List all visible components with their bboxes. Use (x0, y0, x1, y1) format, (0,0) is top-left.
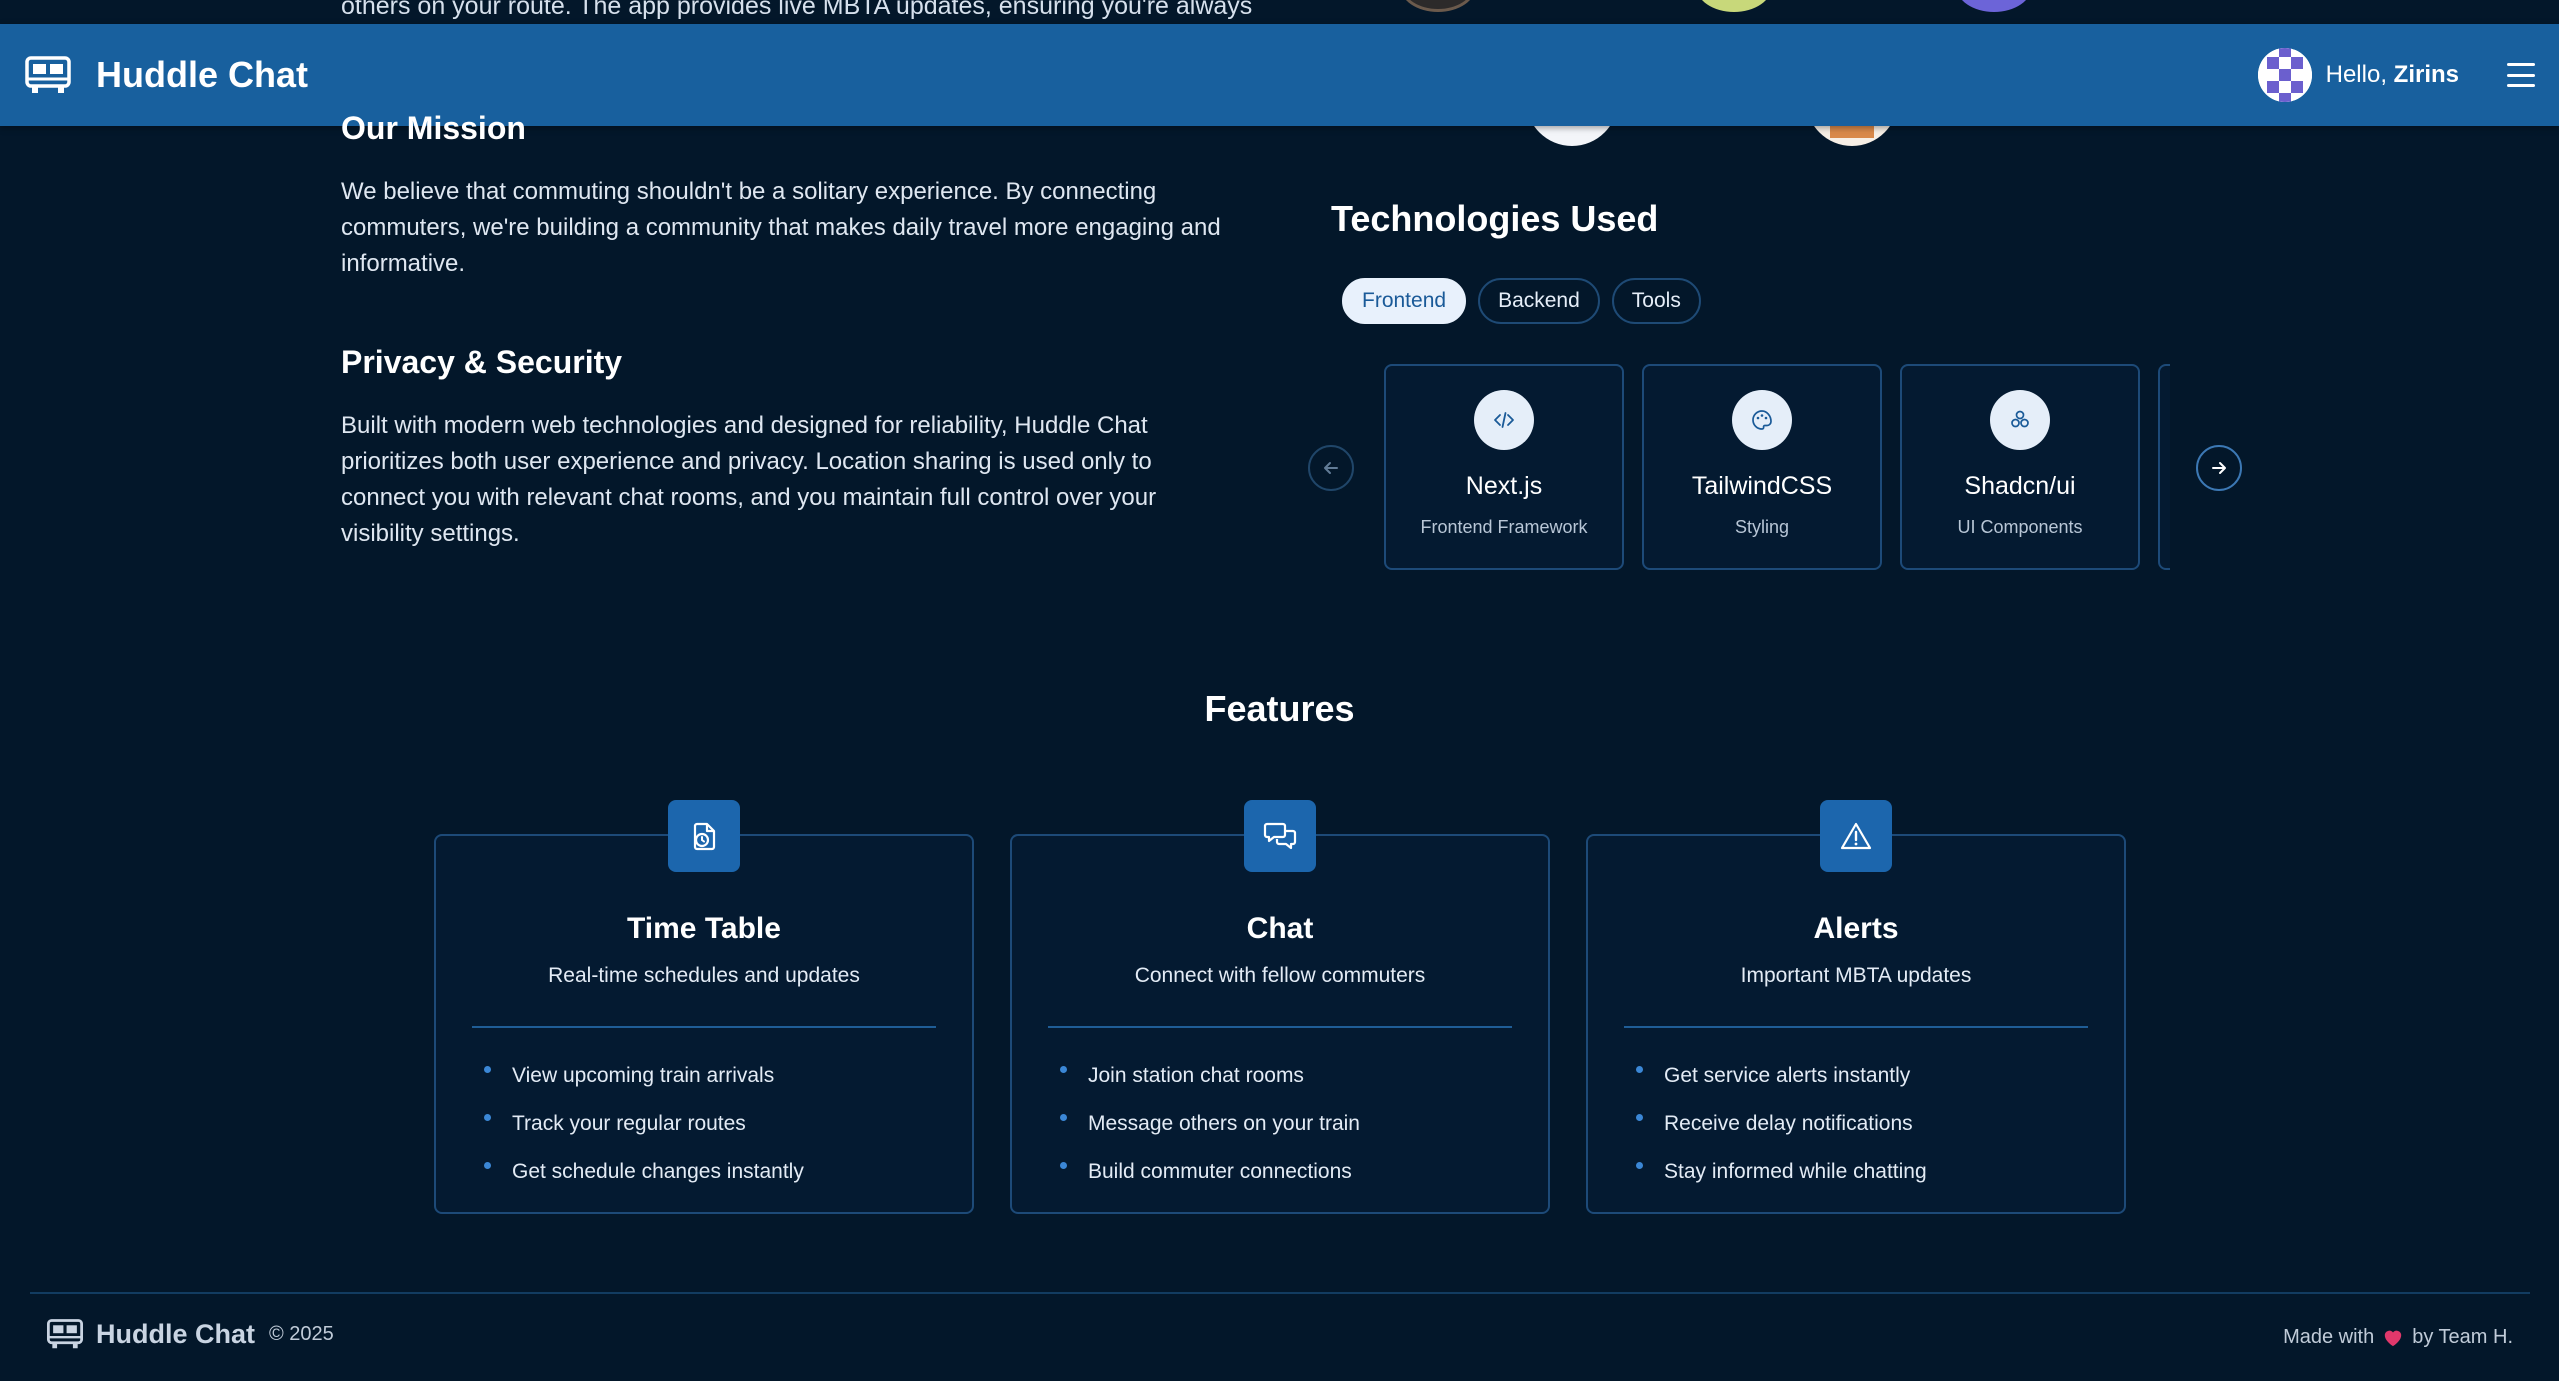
alert-triangle-icon (1820, 800, 1892, 872)
tech-name: Next.js (1465, 472, 1543, 500)
privacy-text: Built with modern web technologies and d… (341, 412, 1157, 547)
tech-card-shadcn: Shadcn/ui UI Components (1900, 364, 2140, 570)
feature-subtitle: Connect with fellow commuters (1134, 964, 1426, 987)
chat-bubbles-icon (1244, 800, 1316, 872)
bus-icon (25, 56, 71, 93)
greeting-prefix: Hello, (2325, 61, 2387, 88)
footer-copyright: © 2025 (269, 1322, 334, 1345)
features-heading: Features (1204, 688, 1355, 729)
list-item: Get schedule changes instantly (484, 1148, 804, 1196)
list-item: Track your regular routes (484, 1100, 804, 1148)
hamburger-menu-icon[interactable] (2507, 63, 2535, 87)
carousel-next-button[interactable] (2196, 445, 2242, 491)
feature-bullets: View upcoming train arrivals Track your … (484, 1052, 804, 1196)
arrow-right-icon (2212, 462, 2226, 474)
team-credit-text: by Team H. (2412, 1326, 2513, 1348)
team-avatar-partial (1956, 0, 2032, 12)
feature-title: Chat (1246, 912, 1314, 945)
feature-title: Time Table (627, 912, 781, 945)
list-item: Join station chat rooms (1060, 1052, 1360, 1100)
privacy-heading: Privacy & Security (341, 344, 623, 380)
tech-card-tailwind: TailwindCSS Styling (1642, 364, 1882, 570)
feature-card-timetable: Time Table Real-time schedules and updat… (434, 800, 974, 1214)
identicon-icon (2257, 48, 2312, 102)
mission-heading: Our Mission (341, 110, 526, 146)
team-avatar-partial (1696, 0, 1772, 12)
list-item: Receive delay notifications (1636, 1100, 1927, 1148)
tech-name: Shadcn/ui (1964, 472, 2076, 500)
brand-title: Huddle Chat (96, 54, 308, 95)
made-with-text: Made with (2283, 1326, 2375, 1348)
footer-title: Huddle Chat (96, 1318, 255, 1349)
list-item: Message others on your train (1060, 1100, 1360, 1148)
feature-bullets: Get service alerts instantly Receive del… (1636, 1052, 1927, 1196)
palette-icon (1732, 390, 1792, 450)
tech-role: Frontend Framework (1420, 517, 1588, 537)
clock-file-icon (668, 800, 740, 872)
code-icon (1474, 390, 1534, 450)
feature-divider (1624, 1026, 2088, 1028)
tech-card-partial (2158, 364, 2170, 570)
carousel-prev-button[interactable] (1308, 445, 1354, 491)
tech-card-nextjs: Next.js Frontend Framework (1384, 364, 1624, 570)
list-item: View upcoming train arrivals (484, 1052, 804, 1100)
tab-frontend[interactable]: Frontend (1342, 278, 1467, 324)
footer-credits: Made with by Team H. (2283, 1326, 2513, 1349)
technology-carousel: Next.js Frontend Framework TailwindCSS S… (1384, 364, 2170, 572)
user-avatar[interactable] (2257, 48, 2312, 102)
technology-tabs: Frontend Backend Tools (1342, 278, 1701, 324)
footer-brand[interactable]: Huddle Chat © 2025 (46, 1318, 334, 1350)
components-icon (1990, 390, 2050, 450)
feature-bullets: Join station chat rooms Message others o… (1060, 1052, 1360, 1196)
brand[interactable]: Huddle Chat (24, 54, 308, 96)
feature-subtitle: Important MBTA updates (1740, 964, 1972, 987)
tab-backend[interactable]: Backend (1478, 278, 1600, 324)
user-greeting: Hello, Zirins (2326, 61, 2459, 89)
list-item: Stay informed while chatting (1636, 1148, 1927, 1196)
feature-card-alerts: Alerts Important MBTA updates Get servic… (1586, 800, 2126, 1214)
user-name: Zirins (2393, 61, 2459, 88)
team-avatar-partial (1400, 0, 1476, 12)
technologies-heading: Technologies Used (1331, 198, 1659, 239)
arrow-left-icon (1324, 462, 1338, 474)
heart-icon (2385, 1330, 2402, 1346)
feature-subtitle: Real-time schedules and updates (548, 964, 860, 987)
list-item: Get service alerts instantly (1636, 1052, 1927, 1100)
mission-text: We believe that commuting shouldn't be a… (341, 178, 1221, 277)
feature-divider (1048, 1026, 1512, 1028)
footer-divider (30, 1292, 2530, 1294)
tab-tools[interactable]: Tools (1611, 278, 1701, 324)
tech-role: UI Components (1957, 517, 2083, 537)
bus-icon (46, 1319, 84, 1349)
tech-name: TailwindCSS (1691, 472, 1833, 500)
partial-about-text: others on your route. The app provides l… (341, 0, 1253, 20)
tech-role: Styling (1734, 517, 1790, 537)
feature-title: Alerts (1813, 912, 1899, 945)
list-item: Build commuter connections (1060, 1148, 1360, 1196)
feature-card-chat: Chat Connect with fellow commuters Join … (1010, 800, 1550, 1214)
feature-divider (472, 1026, 936, 1028)
